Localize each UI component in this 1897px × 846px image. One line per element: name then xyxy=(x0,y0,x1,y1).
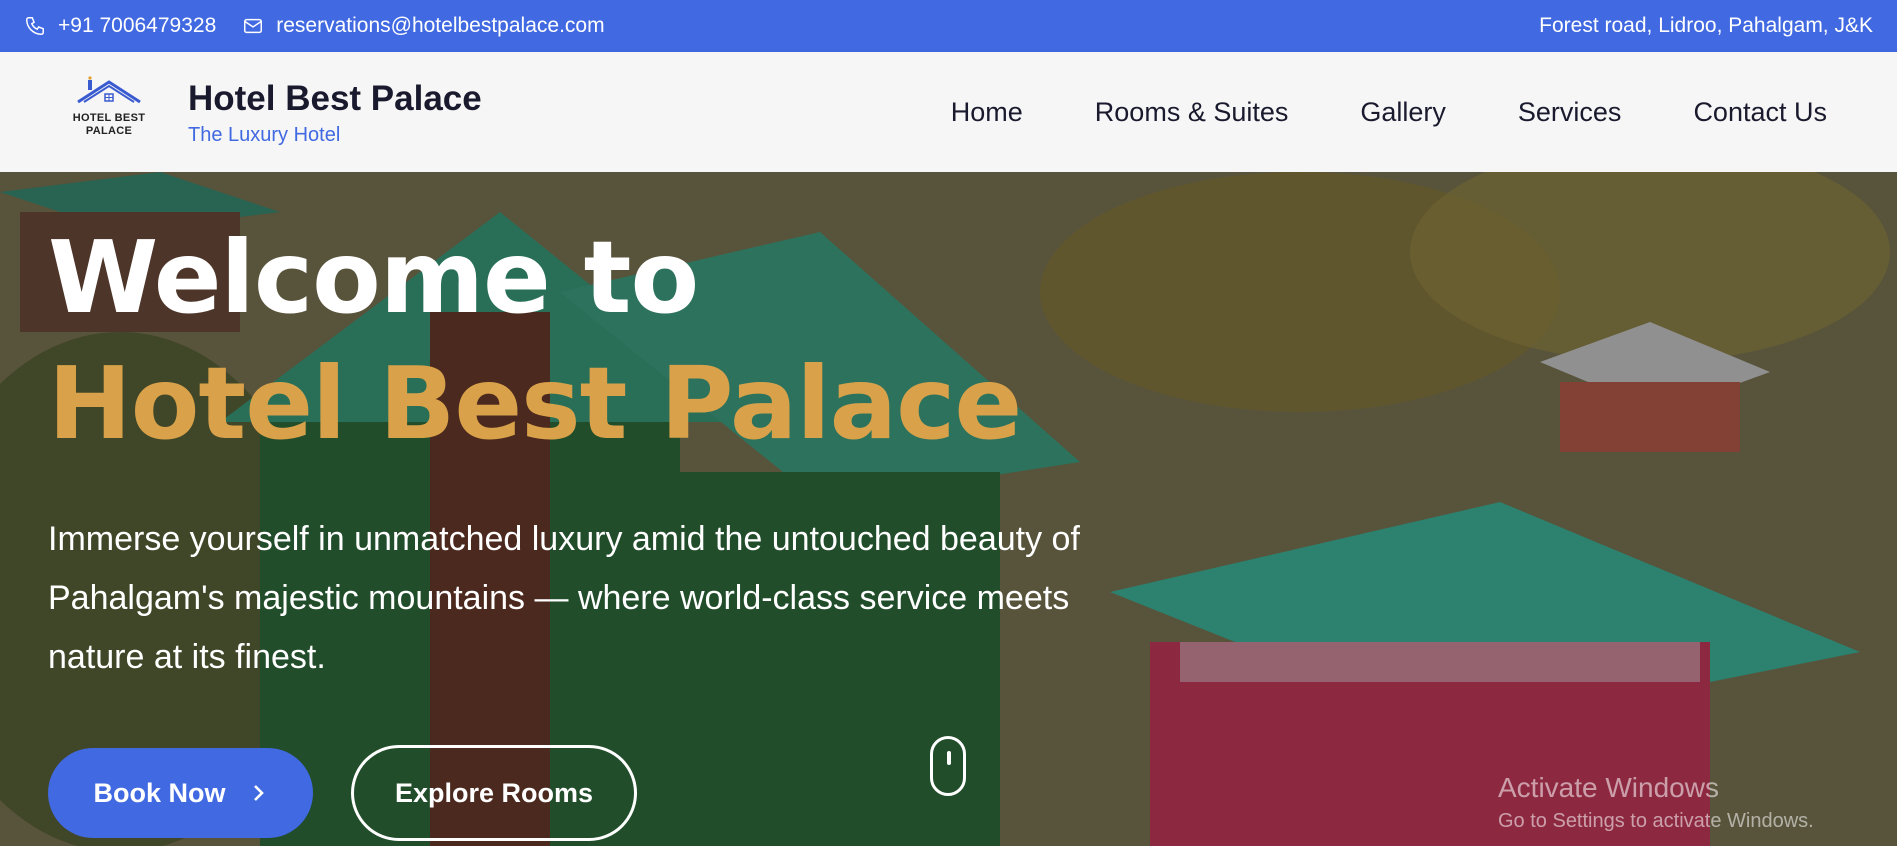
os-activation-watermark: Activate Windows Go to Settings to activ… xyxy=(1498,772,1814,833)
watermark-line2: Go to Settings to activate Windows. xyxy=(1498,810,1814,832)
hero-title-line2: Hotel Best Palace xyxy=(48,345,1022,462)
nav-rooms-suites[interactable]: Rooms & Suites xyxy=(1095,97,1289,128)
explore-rooms-label: Explore Rooms xyxy=(394,777,594,808)
logo-text-line2: PALACE xyxy=(85,125,133,137)
logo-text: HOTEL BEST PALACE xyxy=(73,112,145,138)
address-text: Forest road, Lidroo, Pahalgam, J&K xyxy=(1539,14,1873,38)
brand-name: Hotel Best Palace xyxy=(188,78,482,118)
phone-link[interactable]: +91 7006479328 xyxy=(24,14,216,38)
top-info-bar: +91 7006479328 reservations@hotelbestpal… xyxy=(0,0,1897,52)
email-address: reservations@hotelbestpalace.com xyxy=(276,14,605,37)
nav-services[interactable]: Services xyxy=(1518,97,1622,128)
hero-buttons: Book Now Explore Rooms xyxy=(48,745,637,841)
hero-description: Immerse yourself in unmatched luxury ami… xyxy=(48,520,1080,676)
nav-gallery[interactable]: Gallery xyxy=(1360,97,1446,128)
hero-section: Welcome to Hotel Best Palace Immerse you… xyxy=(0,172,1897,846)
phone-number: +91 7006479328 xyxy=(58,14,217,37)
book-now-label: Book Now xyxy=(93,777,226,808)
mail-icon xyxy=(244,18,263,34)
hero-title-line1: Welcome to xyxy=(48,219,699,336)
scroll-mouse-icon[interactable] xyxy=(930,736,966,796)
chevron-right-icon xyxy=(253,785,264,801)
contact-info: +91 7006479328 reservations@hotelbestpal… xyxy=(24,14,605,38)
brand-text: Hotel Best Palace The Luxury Hotel xyxy=(188,78,482,147)
explore-rooms-button[interactable]: Explore Rooms xyxy=(351,745,637,841)
email-link[interactable]: reservations@hotelbestpalace.com xyxy=(242,14,605,38)
scroll-dot xyxy=(947,751,951,765)
watermark-line1: Activate Windows xyxy=(1498,772,1719,803)
logo[interactable]: HOTEL BEST PALACE xyxy=(70,76,148,148)
nav-contact-us[interactable]: Contact Us xyxy=(1693,97,1827,128)
main-nav: Home Rooms & Suites Gallery Services Con… xyxy=(951,97,1827,128)
phone-icon xyxy=(26,17,44,35)
brand[interactable]: HOTEL BEST PALACE Hotel Best Palace The … xyxy=(70,76,482,148)
hero-content: Welcome to Hotel Best Palace Immerse you… xyxy=(48,222,1168,687)
house-logo-icon xyxy=(77,76,141,104)
nav-home[interactable]: Home xyxy=(951,97,1023,128)
address: Forest road, Lidroo, Pahalgam, J&K xyxy=(1539,14,1873,37)
site-header: HOTEL BEST PALACE Hotel Best Palace The … xyxy=(0,52,1897,172)
book-now-button[interactable]: Book Now xyxy=(48,748,313,838)
brand-tagline: The Luxury Hotel xyxy=(188,123,341,146)
logo-text-line1: HOTEL BEST xyxy=(72,112,146,124)
